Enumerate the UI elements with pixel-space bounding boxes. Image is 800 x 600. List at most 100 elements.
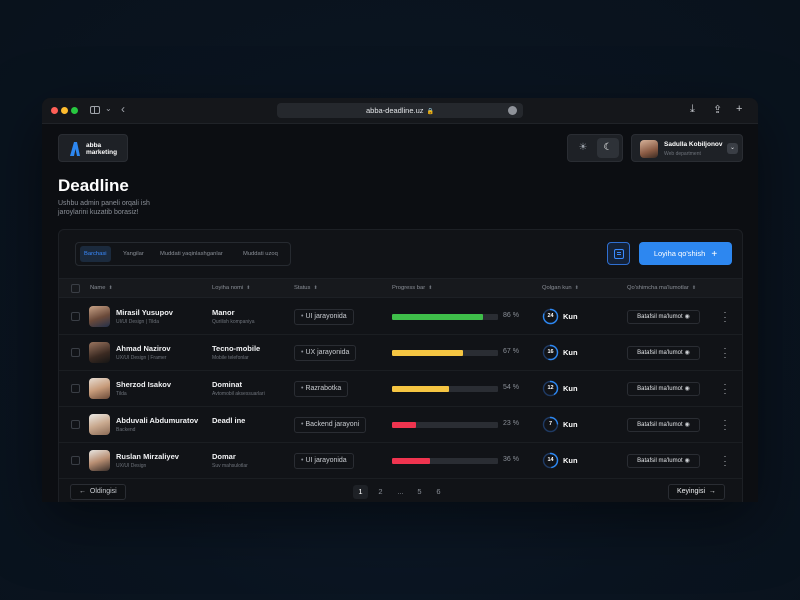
status-text: Backend jarayoni (305, 421, 360, 428)
bullet-icon: • (301, 313, 304, 320)
eye-icon: ◉ (684, 458, 690, 464)
sort-icon: ⬍ (428, 285, 433, 291)
arrow-left-icon: ← (79, 488, 86, 495)
page-5[interactable]: 5 (412, 485, 427, 499)
row-checkbox[interactable] (71, 420, 80, 429)
details-label: Batafsil ma'lumot (637, 386, 683, 392)
brand-logo[interactable]: abba marketing (58, 134, 128, 162)
more-options-icon[interactable]: · · · (722, 416, 728, 434)
column-label: Qo'shimcha ma'lumotlar (627, 285, 689, 291)
progress-percent: 86 % (503, 312, 519, 319)
details-button[interactable]: Batafsil ma'lumot ◉ (627, 310, 700, 324)
more-options-icon[interactable]: · · · (722, 452, 728, 470)
progress-bar (392, 386, 498, 392)
table-row[interactable]: Abduvali Abdumuratov Backend Deadl ine •… (59, 407, 742, 443)
sort-icon: ⬍ (108, 285, 113, 291)
status-text: UX jarayonida (305, 349, 350, 356)
project-name: Domar (212, 452, 236, 461)
avatar (89, 378, 110, 399)
column-header-name[interactable]: Name ⬍ (90, 285, 113, 291)
assignee-role: Backend (116, 427, 136, 433)
chevron-down-icon[interactable]: ⌄ (727, 143, 738, 154)
assignee-role: UX/UI Design | Framer (116, 355, 167, 361)
row-checkbox[interactable] (71, 312, 80, 321)
tab-new[interactable]: Yangilar (119, 246, 148, 262)
progress-bar (392, 314, 498, 320)
page-2[interactable]: 2 (373, 485, 388, 499)
brand-mark-icon (70, 142, 80, 156)
sort-icon: ⬍ (574, 285, 579, 291)
project-subtitle: Avtomobil aksessuarlari (212, 391, 265, 397)
days-left-number: 14 (547, 457, 554, 463)
assignee-name: Sherzod Isakov (116, 380, 172, 389)
arrow-right-icon: → (708, 488, 716, 495)
page-6[interactable]: 6 (431, 485, 446, 499)
column-header-details[interactable]: Qo'shimcha ma'lumotlar ⬍ (627, 285, 696, 291)
project-name: Manor (212, 308, 235, 317)
comments-button[interactable] (607, 242, 630, 265)
page-1[interactable]: 1 (353, 485, 368, 499)
bullet-icon: • (301, 421, 304, 428)
status-text: UI jarayonida (305, 457, 347, 464)
avatar (89, 450, 110, 471)
column-header-days-left[interactable]: Qolgan kun ⬍ (542, 285, 579, 291)
eye-icon: ◉ (684, 422, 690, 428)
more-options-icon[interactable]: · · · (722, 344, 728, 362)
more-options-icon[interactable]: · · · (722, 380, 728, 398)
project-subtitle: Suv mahsulotlar (212, 463, 248, 469)
column-header-progress[interactable]: Progress bar ⬍ (392, 285, 432, 291)
column-header-status[interactable]: Status ⬍ (294, 285, 318, 291)
progress-percent: 67 % (503, 348, 519, 355)
status-badge: • UI jarayonida (294, 453, 354, 469)
progress-fill (392, 314, 484, 320)
moon-icon[interactable]: ☾ (597, 138, 619, 158)
tab-all[interactable]: Barchasi (80, 246, 111, 262)
add-project-button[interactable]: Loyiha qo'shish + (639, 242, 732, 265)
table-row[interactable]: Mirasil Yusupov UI/UI Design | Tilda Man… (59, 299, 742, 335)
previous-page-button[interactable]: ← Oldingisi (70, 484, 126, 500)
details-label: Batafsil ma'lumot (637, 458, 683, 464)
sun-icon[interactable]: ☀ (572, 138, 594, 158)
status-badge: • Backend jarayoni (294, 417, 367, 433)
details-button[interactable]: Batafsil ma'lumot ◉ (627, 454, 700, 468)
bullet-icon: • (301, 457, 304, 464)
progress-fill (392, 350, 464, 356)
column-label: Progress bar (392, 285, 426, 291)
assignee-role: UI/UI Design | Tilda (116, 319, 159, 325)
status-text: Razrabotka (305, 385, 342, 392)
column-header-project[interactable]: Loyiha nomi ⬍ (212, 285, 250, 291)
tab-deadline-far[interactable]: Muddati uzoq (239, 246, 282, 262)
plus-icon: + (711, 249, 718, 260)
details-button[interactable]: Batafsil ma'lumot ◉ (627, 382, 700, 396)
days-unit: Kun (563, 420, 578, 429)
details-button[interactable]: Batafsil ma'lumot ◉ (627, 346, 700, 360)
status-badge: • Razrabotka (294, 381, 349, 397)
sort-icon: ⬍ (246, 285, 251, 291)
days-unit: Kun (563, 384, 578, 393)
progress-fill (392, 386, 450, 392)
more-options-icon[interactable]: · · · (722, 308, 728, 326)
next-page-button[interactable]: Keyingisi → (668, 484, 725, 500)
project-name: Deadl ine (212, 416, 246, 425)
bullet-icon: • (301, 385, 304, 392)
row-checkbox[interactable] (71, 384, 80, 393)
progress-percent: 36 % (503, 456, 519, 463)
progress-fill (392, 422, 417, 428)
details-label: Batafsil ma'lumot (637, 422, 683, 428)
row-checkbox[interactable] (71, 456, 80, 465)
avatar (89, 306, 110, 327)
brand-line-2: marketing (86, 149, 118, 156)
user-menu[interactable]: Sadulla Kobiljonov Web department ⌄ (631, 134, 743, 162)
sort-icon: ⬍ (691, 285, 697, 291)
details-button[interactable]: Batafsil ma'lumot ◉ (627, 418, 700, 432)
eye-icon: ◉ (684, 386, 690, 392)
tab-deadline-near[interactable]: Muddati yaqinlashganlar (156, 246, 227, 262)
brand-line-1: abba (86, 142, 102, 149)
progress-bar (392, 458, 498, 464)
assignee-name: Mirasil Yusupov (116, 308, 173, 317)
table-row[interactable]: Ruslan Mirzaliyev UX/UI Design Domar Suv… (59, 443, 742, 479)
row-checkbox[interactable] (71, 348, 80, 357)
table-row[interactable]: Sherzod Isakov Tilda Dominat Avtomobil a… (59, 371, 742, 407)
table-row[interactable]: Ahmad Nazirov UX/UI Design | Framer Tecn… (59, 335, 742, 371)
select-all-checkbox[interactable] (71, 284, 80, 293)
